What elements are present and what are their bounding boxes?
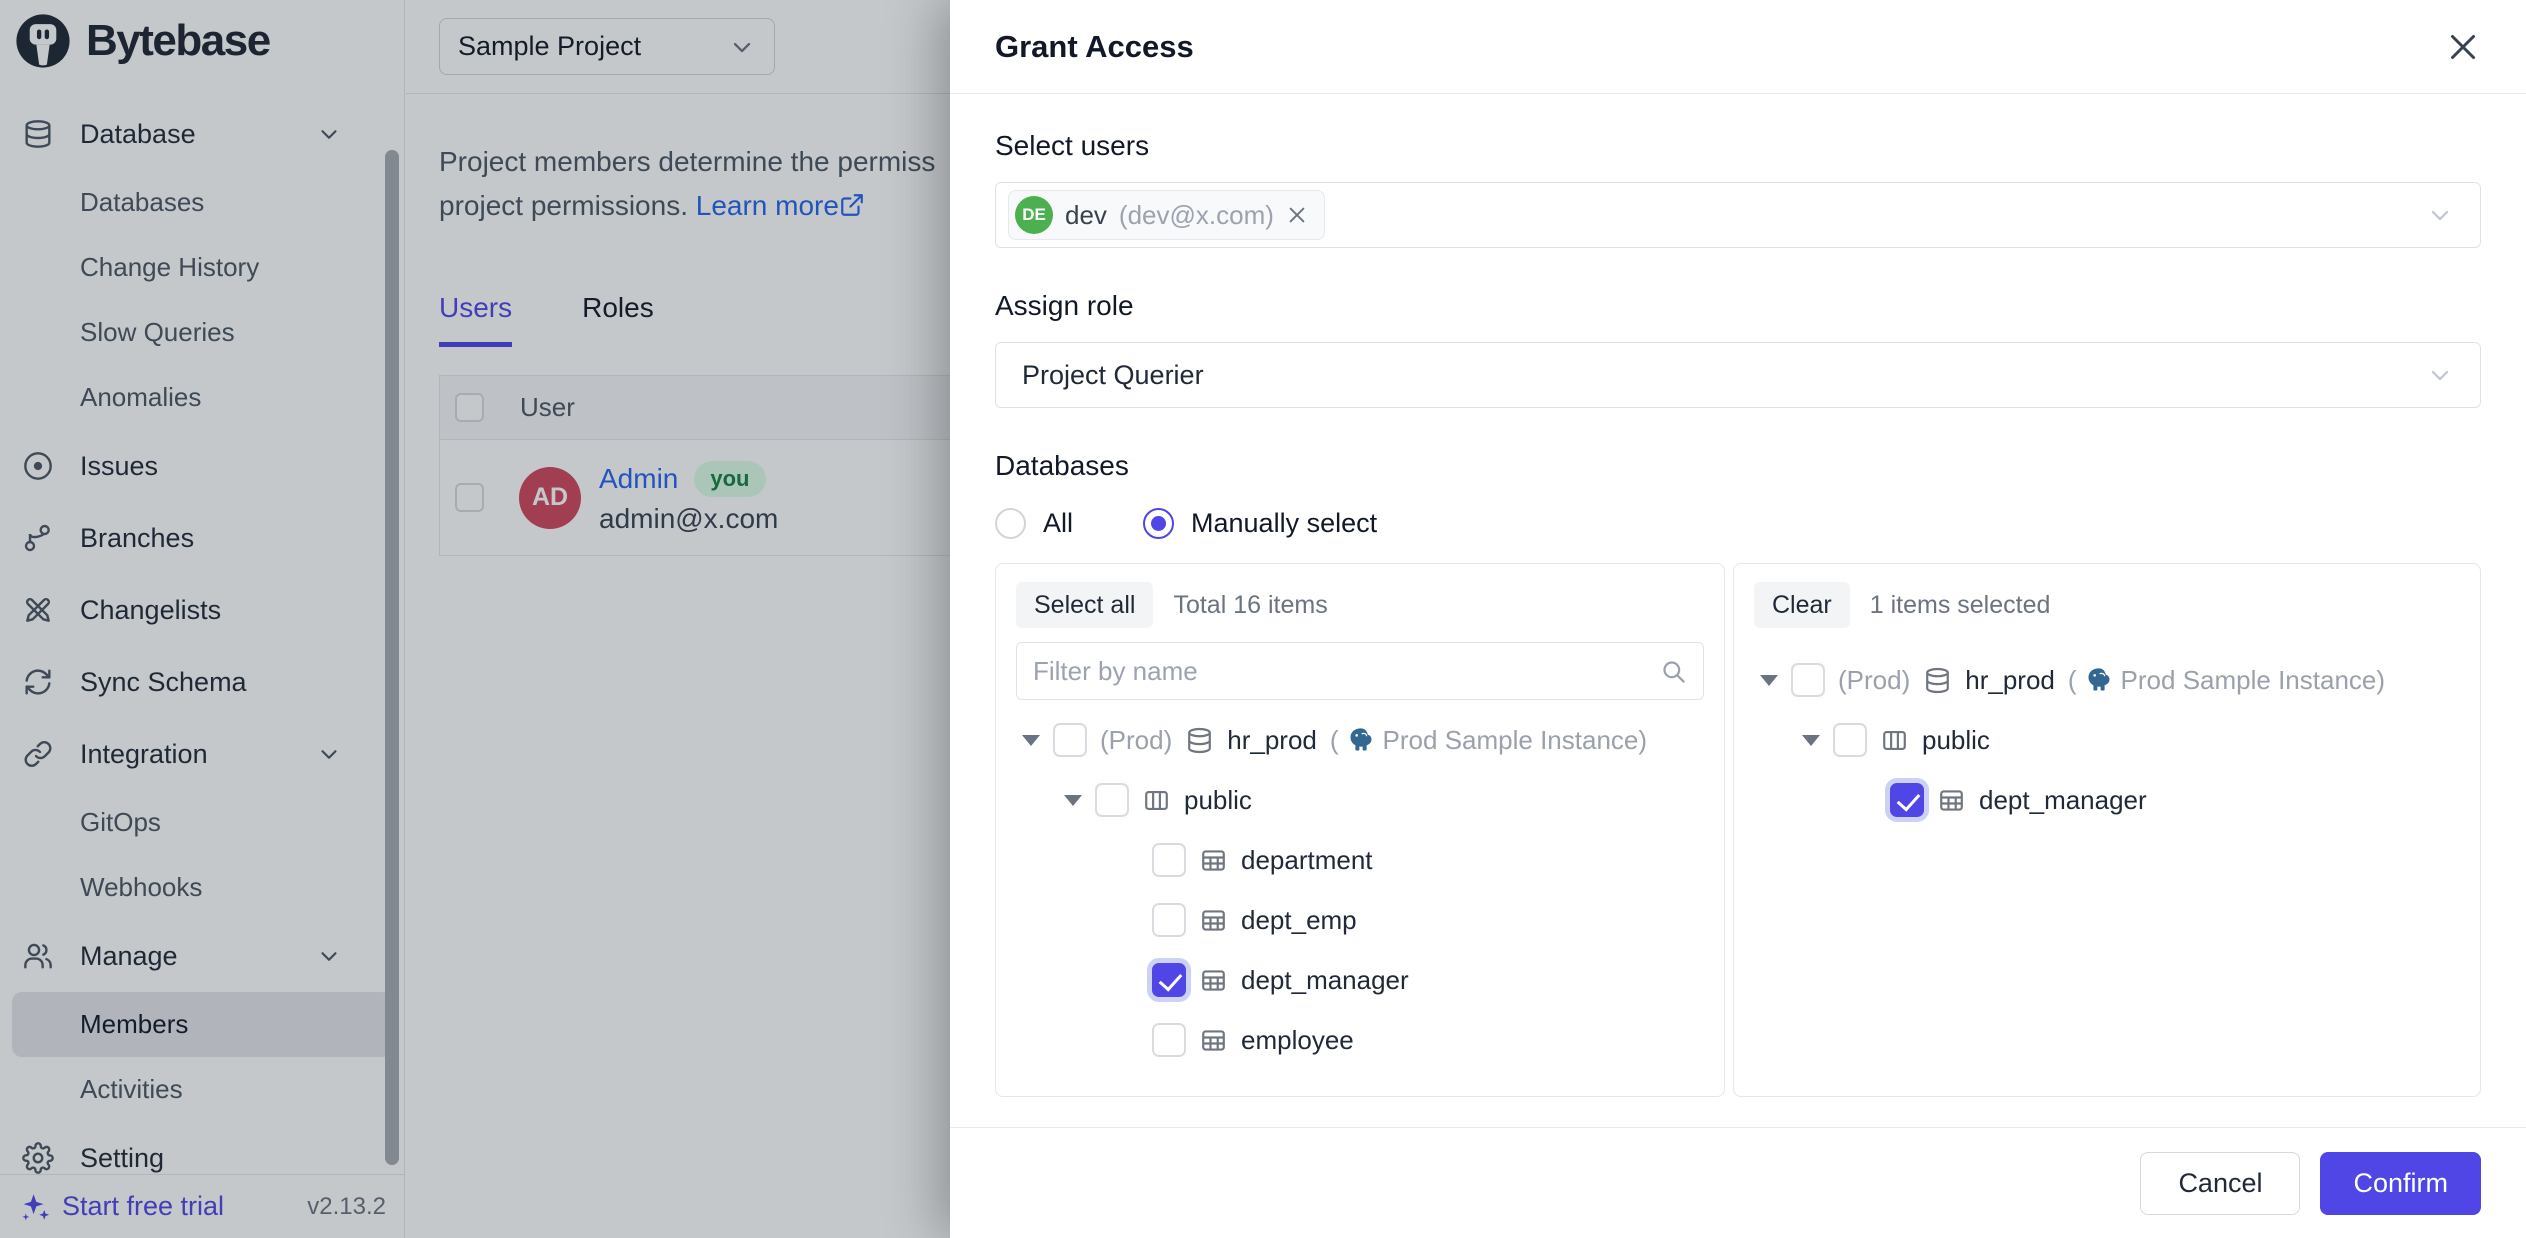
tree-row-table[interactable]: dept_manager bbox=[1754, 770, 2460, 830]
clear-button[interactable]: Clear bbox=[1754, 582, 1850, 628]
database-name: hr_prod bbox=[1227, 725, 1317, 756]
table-icon bbox=[1199, 906, 1228, 935]
modal-body: Select users DE dev (dev@x.com) Assign r… bbox=[950, 94, 2526, 1127]
remove-user-icon[interactable] bbox=[1286, 204, 1308, 226]
role-select[interactable]: Project Querier bbox=[995, 342, 2481, 408]
selected-count-label: 1 items selected bbox=[1870, 591, 2051, 620]
users-select[interactable]: DE dev (dev@x.com) bbox=[995, 182, 2481, 248]
radio-all[interactable]: All bbox=[995, 508, 1073, 539]
checkbox-checked[interactable] bbox=[1152, 963, 1186, 997]
table-icon bbox=[1199, 846, 1228, 875]
radio-all-label: All bbox=[1043, 508, 1073, 539]
tree-row-table[interactable]: employee bbox=[1016, 1010, 1704, 1070]
instance-name: Prod Sample Instance) bbox=[1383, 725, 1647, 756]
checkbox[interactable] bbox=[1095, 783, 1129, 817]
confirm-button[interactable]: Confirm bbox=[2320, 1152, 2481, 1215]
filter-input-wrap bbox=[1016, 642, 1704, 700]
schema-name: public bbox=[1184, 785, 1252, 816]
close-icon[interactable] bbox=[2445, 29, 2481, 65]
tree-row-database[interactable]: (Prod) hr_prod ( Prod Sample Instance) bbox=[1016, 710, 1704, 770]
table-icon bbox=[1199, 966, 1228, 995]
search-icon bbox=[1660, 658, 1687, 685]
role-select-value: Project Querier bbox=[1008, 360, 1204, 391]
modal-header: Grant Access bbox=[950, 0, 2526, 94]
caret-down-icon[interactable] bbox=[1760, 675, 1778, 686]
modal-footer: Cancel Confirm bbox=[950, 1127, 2526, 1238]
instance-label: ( Prod Sample Instance) bbox=[2068, 665, 2385, 696]
database-icon bbox=[1185, 726, 1214, 755]
paren: ( bbox=[1330, 725, 1339, 756]
table-icon bbox=[1937, 786, 1966, 815]
total-items-label: Total 16 items bbox=[1173, 591, 1327, 620]
checkbox[interactable] bbox=[1152, 903, 1186, 937]
postgresql-icon bbox=[2085, 666, 2113, 694]
table-name: dept_manager bbox=[1979, 785, 2147, 816]
databases-label: Databases bbox=[995, 450, 2481, 482]
postgresql-icon bbox=[1347, 726, 1375, 754]
schema-icon bbox=[1142, 786, 1171, 815]
radio-manually-select[interactable]: Manually select bbox=[1143, 508, 1377, 539]
database-name: hr_prod bbox=[1965, 665, 2055, 696]
table-name: department bbox=[1241, 845, 1373, 876]
caret-down-icon[interactable] bbox=[1802, 735, 1820, 746]
table-icon bbox=[1199, 1026, 1228, 1055]
table-name: employee bbox=[1241, 1025, 1354, 1056]
select-users-label: Select users bbox=[995, 130, 2481, 162]
radio-manual-label: Manually select bbox=[1191, 508, 1377, 539]
source-tree: (Prod) hr_prod ( Prod Sample Instance) bbox=[1016, 710, 1704, 1070]
checkbox-checked[interactable] bbox=[1890, 783, 1924, 817]
tree-row-table[interactable]: dept_emp bbox=[1016, 890, 1704, 950]
table-name: dept_manager bbox=[1241, 965, 1409, 996]
radio-circle bbox=[995, 508, 1026, 539]
database-scope-radios: All Manually select bbox=[995, 508, 2481, 539]
chevron-down-icon bbox=[2426, 201, 2454, 229]
tree-row-database[interactable]: (Prod) hr_prod ( Prod Sample Instance) bbox=[1754, 650, 2460, 710]
radio-circle-selected bbox=[1143, 508, 1174, 539]
schema-name: public bbox=[1922, 725, 1990, 756]
caret-down-icon[interactable] bbox=[1064, 795, 1082, 806]
selected-user-chip: DE dev (dev@x.com) bbox=[1008, 190, 1325, 240]
filter-input[interactable] bbox=[1033, 656, 1660, 687]
instance-label: ( Prod Sample Instance) bbox=[1330, 725, 1647, 756]
selected-tree: (Prod) hr_prod ( Prod Sample Instance) bbox=[1754, 650, 2460, 830]
environment-label: (Prod) bbox=[1100, 725, 1172, 756]
checkbox[interactable] bbox=[1791, 663, 1825, 697]
selected-pane: Clear 1 items selected (Prod) hr_prod ( … bbox=[1733, 563, 2481, 1097]
checkbox[interactable] bbox=[1053, 723, 1087, 757]
tree-row-table[interactable]: dept_manager bbox=[1016, 950, 1704, 1010]
instance-name: Prod Sample Instance) bbox=[2121, 665, 2385, 696]
tree-row-schema[interactable]: public bbox=[1016, 770, 1704, 830]
modal-title: Grant Access bbox=[995, 29, 1194, 65]
checkbox[interactable] bbox=[1152, 1023, 1186, 1057]
source-pane: Select all Total 16 items (Prod) hr_prod bbox=[995, 563, 1725, 1097]
environment-label: (Prod) bbox=[1838, 665, 1910, 696]
chevron-down-icon bbox=[2426, 361, 2454, 389]
grant-access-modal: Grant Access Select users DE dev (dev@x.… bbox=[950, 0, 2526, 1238]
paren: ( bbox=[2068, 665, 2077, 696]
tree-row-schema[interactable]: public bbox=[1754, 710, 2460, 770]
checkbox[interactable] bbox=[1152, 843, 1186, 877]
database-transfer: Select all Total 16 items (Prod) hr_prod bbox=[995, 563, 2481, 1097]
caret-down-icon[interactable] bbox=[1022, 735, 1040, 746]
table-name: dept_emp bbox=[1241, 905, 1357, 936]
avatar: DE bbox=[1015, 196, 1053, 234]
select-all-button[interactable]: Select all bbox=[1016, 582, 1153, 628]
chip-user-email: (dev@x.com) bbox=[1119, 200, 1274, 231]
checkbox[interactable] bbox=[1833, 723, 1867, 757]
assign-role-label: Assign role bbox=[995, 290, 2481, 322]
chip-user-name: dev bbox=[1065, 200, 1107, 231]
schema-icon bbox=[1880, 726, 1909, 755]
tree-row-table[interactable]: department bbox=[1016, 830, 1704, 890]
database-icon bbox=[1923, 666, 1952, 695]
cancel-button[interactable]: Cancel bbox=[2140, 1152, 2300, 1215]
